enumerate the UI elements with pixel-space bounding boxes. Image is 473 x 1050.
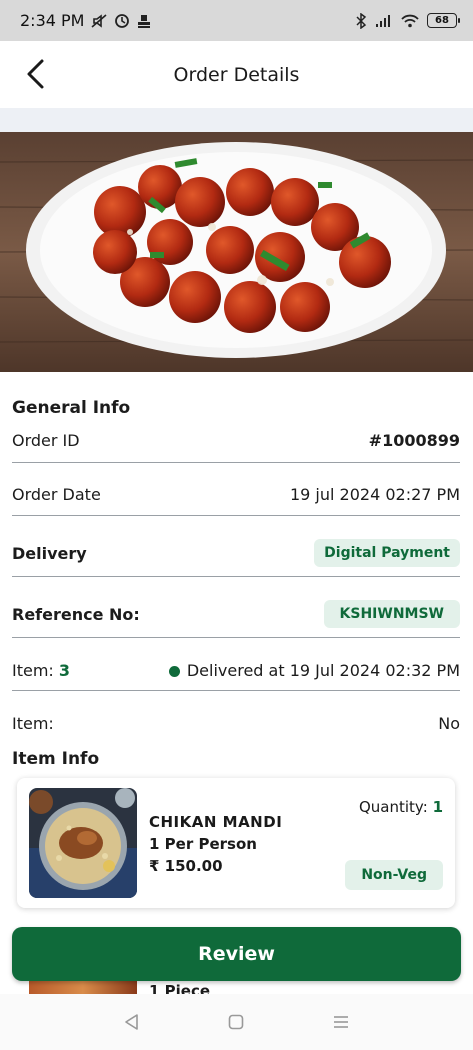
- item-extra-value: No: [438, 714, 460, 733]
- quantity-label: Quantity:: [358, 798, 428, 816]
- order-id-value: #1000899: [368, 431, 460, 450]
- square-home-icon: [229, 1014, 244, 1030]
- dish-hero-image: [0, 132, 473, 372]
- item-name: CHIKAN MANDI: [149, 813, 283, 831]
- item-status-row: Item: 3 Delivered at 19 Jul 2024 02:32 P…: [12, 661, 460, 680]
- bluetooth-icon: [355, 12, 367, 29]
- item-extra-label: Item:: [12, 714, 54, 733]
- payment-method-badge: Digital Payment: [314, 539, 460, 567]
- general-info-heading: General Info: [12, 398, 131, 418]
- divider: [12, 576, 460, 577]
- page-title: Order Details: [173, 63, 300, 86]
- delivery-row: Delivery Digital Payment: [12, 537, 460, 569]
- app-header: Order Details: [0, 41, 473, 108]
- nav-back-button[interactable]: [117, 1007, 147, 1037]
- item-portion: 1 Per Person: [149, 835, 257, 853]
- triangle-back-icon: [125, 1014, 138, 1030]
- status-left: 2:34 PM: [20, 11, 152, 30]
- order-id-label: Order ID: [12, 431, 80, 450]
- status-dot-icon: [168, 666, 180, 677]
- battery-level: 68: [435, 15, 449, 26]
- delivered-text: Delivered at 19 Jul 2024 02:32 PM: [186, 661, 460, 680]
- food-type-badge: Non-Veg: [345, 860, 443, 890]
- reference-row: Reference No: KSHIWNMSW: [12, 598, 460, 630]
- status-right: 68: [355, 12, 460, 29]
- divider: [12, 690, 460, 691]
- item-label: Item:: [12, 661, 54, 680]
- wifi-icon: [401, 14, 419, 28]
- signal-icon: [375, 14, 393, 28]
- divider: [12, 515, 460, 516]
- reference-label: Reference No:: [12, 604, 140, 624]
- nav-recents-button[interactable]: [326, 1007, 356, 1037]
- divider: [12, 637, 460, 638]
- item-count: 3: [58, 661, 71, 680]
- item-price: ₹ 150.00: [149, 857, 223, 875]
- item-count-wrap: Item: 3: [12, 661, 70, 680]
- order-id-row: Order ID #1000899: [12, 431, 460, 450]
- divider: [12, 462, 460, 463]
- nav-home-button[interactable]: [221, 1007, 251, 1037]
- menu-lines-icon: [333, 1016, 348, 1028]
- reference-badge: KSHIWNMSW: [323, 600, 460, 628]
- order-date-label: Order Date: [12, 485, 101, 504]
- notification-icon: [136, 13, 152, 29]
- review-button[interactable]: Review: [12, 927, 461, 981]
- item-quantity: Quantity: 1: [359, 798, 443, 816]
- status-time: 2:34 PM: [20, 11, 85, 30]
- battery-icon: 68: [427, 13, 460, 28]
- alarm-icon: [114, 13, 130, 29]
- delivery-status: Delivered at 19 Jul 2024 02:32 PM: [168, 661, 460, 680]
- order-item-card[interactable]: CHIKAN MANDI 1 Per Person ₹ 150.00 Quant…: [17, 778, 455, 908]
- item-info-heading: Item Info: [12, 749, 100, 769]
- quantity-value: 1: [432, 798, 443, 816]
- back-arrow-icon: [27, 59, 44, 89]
- back-button[interactable]: [18, 57, 52, 91]
- system-nav-bar: [0, 994, 473, 1050]
- header-divider-strip: [0, 108, 473, 132]
- delivery-label: Delivery: [12, 543, 87, 563]
- next-item-portion: 1 Piece: [149, 982, 211, 994]
- order-date-row: Order Date 19 jul 2024 02:27 PM: [12, 485, 460, 504]
- status-bar: 2:34 PM 68: [0, 0, 473, 41]
- item-extra-row: Item: No: [12, 714, 460, 733]
- order-date-value: 19 jul 2024 02:27 PM: [289, 485, 460, 504]
- item-thumbnail: [29, 788, 137, 898]
- mute-icon: [90, 13, 108, 29]
